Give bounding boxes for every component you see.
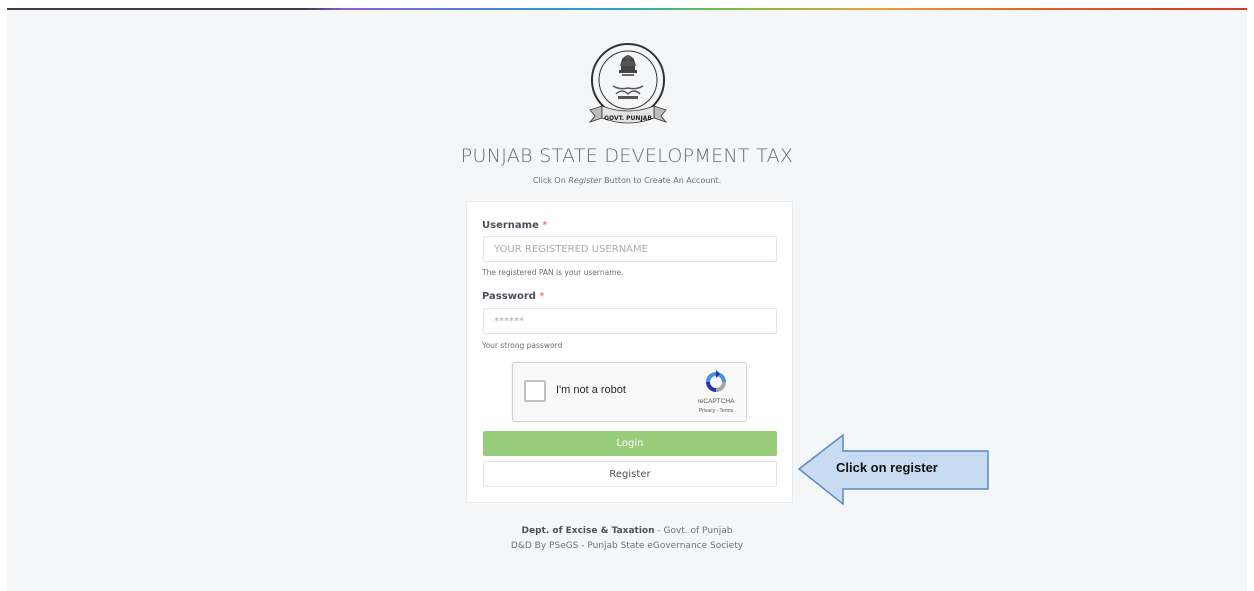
username-help-text: The registered PAN is your username. [482,268,624,277]
recaptcha-widget: I'm not a robot reCAPTCHA Privacy - Term… [512,362,747,422]
footer-credit: D&D By PSeGS - Punjab State eGovernance … [510,541,744,551]
login-button[interactable]: Login [483,431,777,456]
recaptcha-logo-icon [706,370,726,392]
recaptcha-label: I'm not a robot [556,384,626,396]
username-label: Username * [482,220,548,231]
callout-text: Click on register [836,460,938,475]
recaptcha-brand: reCAPTCHA [697,398,735,405]
footer-dept: Dept. of Excise & Taxation - Govt. of Pu… [521,526,733,536]
password-input[interactable] [483,308,777,334]
recaptcha-terms-link[interactable]: Privacy - Terms [686,408,746,414]
register-button[interactable]: Register [483,461,777,487]
govt-punjab-emblem: GOVT. PUNJAB [588,43,668,124]
recaptcha-checkbox[interactable] [524,380,546,402]
page-title: PUNJAB STATE DEVELOPMENT TAX [460,145,794,167]
emblem-ribbon-text: GOVT. PUNJAB [604,115,652,122]
password-help-text: Your strong password [482,341,563,350]
page-subtitle: Click On Register Button to Create An Ac… [532,176,722,185]
password-label: Password * [482,291,545,302]
username-input[interactable] [483,236,777,262]
